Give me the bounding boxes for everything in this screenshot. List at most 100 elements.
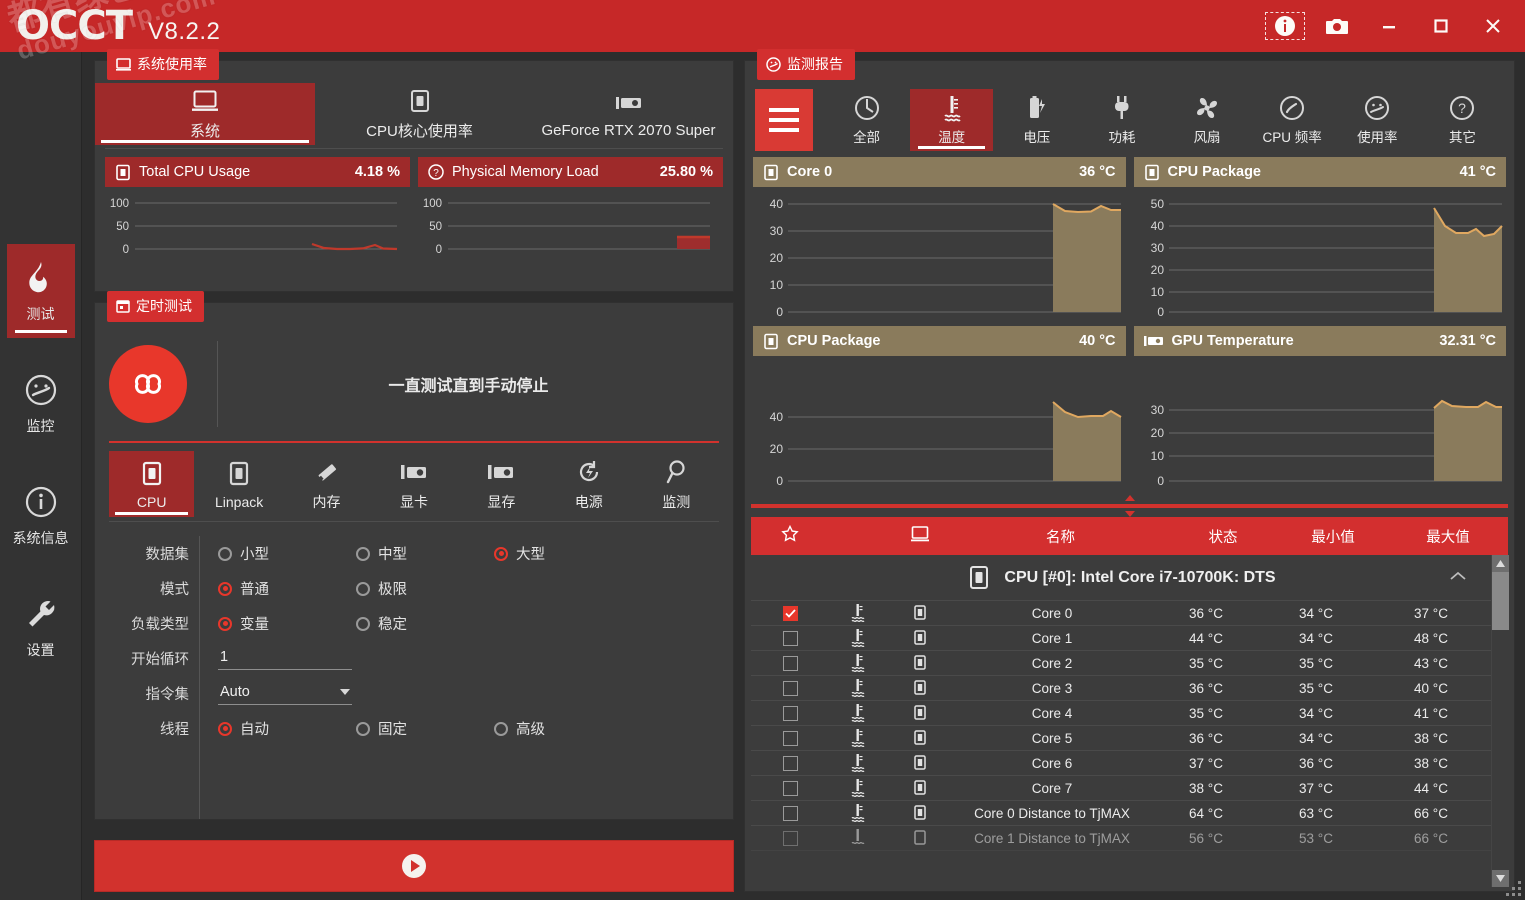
row-value: 36 °C — [1189, 680, 1223, 696]
radio-mode-extreme[interactable]: 极限 — [356, 578, 494, 599]
usage-tab-system[interactable]: 系统 — [95, 83, 315, 145]
table-row[interactable]: Core 1 Distance to TjMAX 56 °C 53 °C 66 … — [751, 826, 1491, 851]
usage-chart-header-memory: ? Physical Memory Load 25.80 % — [418, 157, 723, 187]
row-max: 40 °C — [1414, 680, 1448, 696]
row-checkbox[interactable] — [782, 655, 798, 671]
monitoring-tab-fan[interactable]: 风扇 — [1166, 89, 1249, 151]
usage-tab-gpu[interactable]: GeForce RTX 2070 Super — [524, 83, 733, 145]
thermometer-icon — [829, 628, 887, 648]
sensor-table-body-wrap: CPU [#0]: Intel Core i7-10700K: DTS Core… — [751, 555, 1509, 887]
screenshot-camera-button[interactable] — [1311, 6, 1363, 46]
monitoring-tab-all[interactable]: 全部 — [825, 89, 908, 151]
test-tab-power[interactable]: 电源 — [546, 451, 631, 517]
row-checkbox[interactable] — [782, 805, 798, 821]
radio-threads-fixed[interactable]: 固定 — [356, 718, 494, 739]
header-max[interactable]: 最大值 — [1388, 526, 1508, 547]
sidebar: 测试 监控 系统信息 设置 — [0, 52, 82, 900]
header-name[interactable]: 名称 — [953, 526, 1168, 547]
device-column-icon[interactable] — [887, 526, 953, 546]
scroll-up-button[interactable] — [1491, 555, 1509, 572]
chart-header-cpu-package-1: CPU Package 41 °C — [1133, 157, 1506, 187]
monitoring-tab-usage[interactable]: 使用率 — [1336, 89, 1419, 151]
start-cycle-input[interactable] — [218, 647, 352, 670]
monitoring-tab-voltage[interactable]: 电压 — [995, 89, 1078, 151]
row-checkbox[interactable] — [782, 605, 798, 621]
row-checkbox[interactable] — [782, 705, 798, 721]
sensor-group-header[interactable]: CPU [#0]: Intel Core i7-10700K: DTS — [751, 555, 1491, 601]
cpu-icon — [227, 459, 251, 489]
test-tab-memory[interactable]: 内存 — [284, 451, 369, 517]
all-icon — [854, 94, 880, 122]
start-test-button[interactable] — [94, 840, 734, 892]
table-row[interactable]: Core 0 Distance to TjMAX 64 °C 63 °C 66 … — [751, 801, 1491, 826]
sidebar-item-settings[interactable]: 设置 — [7, 580, 75, 674]
monitoring-menu-button[interactable] — [755, 89, 813, 151]
infinite-duration-button[interactable] — [109, 345, 187, 423]
table-scrollbar[interactable] — [1491, 555, 1509, 887]
row-checkbox[interactable] — [782, 680, 798, 696]
sidebar-item-test[interactable]: 测试 — [6, 244, 75, 338]
radio-dataset-medium[interactable]: 中型 — [356, 543, 494, 564]
chevron-up-icon[interactable] — [1449, 569, 1467, 587]
sidebar-item-sysinfo[interactable]: 系统信息 — [7, 468, 75, 562]
test-tab-linpack[interactable]: Linpack — [196, 451, 281, 517]
minimize-button[interactable] — [1363, 6, 1415, 46]
radio-mode-normal[interactable]: 普通 — [218, 578, 356, 599]
radio-threads-advanced[interactable]: 高级 — [494, 718, 545, 739]
header-status[interactable]: 状态 — [1168, 526, 1278, 547]
row-max: 48 °C — [1414, 630, 1448, 646]
star-icon[interactable] — [751, 524, 829, 547]
chevron-down-icon[interactable] — [1124, 511, 1135, 517]
instruction-set-select[interactable]: Auto — [218, 682, 352, 705]
info-button[interactable] — [1259, 6, 1311, 46]
svg-text:0: 0 — [1157, 474, 1164, 488]
monitoring-tab-cpu-freq[interactable]: CPU 频率 — [1251, 89, 1334, 151]
table-row[interactable]: Core 0 36 °C 34 °C 37 °C — [751, 601, 1491, 626]
radio-threads-auto[interactable]: 自动 — [218, 718, 356, 739]
table-row[interactable]: Core 4 35 °C 34 °C 41 °C — [751, 701, 1491, 726]
test-tab-monitoring[interactable]: 监测 — [634, 451, 719, 517]
radio-load-steady[interactable]: 稳定 — [356, 613, 494, 634]
scroll-track[interactable] — [1491, 572, 1509, 870]
header-min[interactable]: 最小值 — [1278, 526, 1388, 547]
chart-name-gpu-temperature: GPU Temperature — [1171, 333, 1294, 349]
radio-dot — [218, 546, 232, 561]
panel-splitter[interactable] — [751, 495, 1508, 517]
resize-grip[interactable] — [1506, 881, 1522, 897]
radio-dataset-large[interactable]: 大型 — [494, 543, 545, 564]
monitoring-tab-temperature[interactable]: 温度 — [910, 89, 994, 151]
monitoring-tab-power[interactable]: 功耗 — [1080, 89, 1163, 151]
row-checkbox[interactable] — [782, 630, 798, 646]
scroll-thumb[interactable] — [1491, 572, 1509, 630]
test-tab-gpu[interactable]: 显卡 — [371, 451, 456, 517]
test-tab-cpu[interactable]: CPU — [109, 451, 195, 517]
row-checkbox[interactable] — [782, 780, 798, 796]
chevron-up-icon[interactable] — [1124, 495, 1135, 501]
monitoring-tab-label-temperature: 温度 — [938, 130, 966, 145]
table-row[interactable]: Core 3 36 °C 35 °C 40 °C — [751, 676, 1491, 701]
maximize-button[interactable] — [1415, 6, 1467, 46]
test-tab-label-cpu: CPU — [136, 493, 167, 510]
row-checkbox[interactable] — [782, 730, 798, 746]
close-button[interactable] — [1467, 6, 1519, 46]
table-row[interactable]: Core 5 36 °C 34 °C 38 °C — [751, 726, 1491, 751]
table-row[interactable]: Core 2 35 °C 35 °C 43 °C — [751, 651, 1491, 676]
table-row[interactable]: Core 1 44 °C 34 °C 48 °C — [751, 626, 1491, 651]
row-checkbox[interactable] — [782, 830, 798, 846]
test-tab-vram[interactable]: 显存 — [459, 451, 544, 517]
question-icon: ? — [428, 164, 444, 180]
usage-tab-cpu-cores[interactable]: CPU核心使用率 — [315, 83, 524, 145]
table-row[interactable]: Core 6 37 °C 36 °C 38 °C — [751, 751, 1491, 776]
usage-chart-plot-memory: 100 50 0 — [418, 195, 723, 261]
radio-label: 大型 — [516, 547, 545, 563]
radio-load-variable[interactable]: 变量 — [218, 613, 356, 634]
row-value: 35 °C — [1189, 705, 1223, 721]
table-row[interactable]: Core 7 38 °C 37 °C 44 °C — [751, 776, 1491, 801]
app-body: 测试 监控 系统信息 设置 系统使用率 系统 CPU核心使用率 GeForce … — [0, 49, 1525, 900]
sidebar-item-monitor[interactable]: 监控 — [7, 356, 75, 450]
row-checkbox[interactable] — [782, 755, 798, 771]
monitoring-tab-other[interactable]: ? 其它 — [1421, 89, 1504, 151]
cpu-icon — [887, 730, 953, 746]
radio-dataset-small[interactable]: 小型 — [218, 543, 356, 564]
thermometer-icon — [829, 703, 887, 723]
